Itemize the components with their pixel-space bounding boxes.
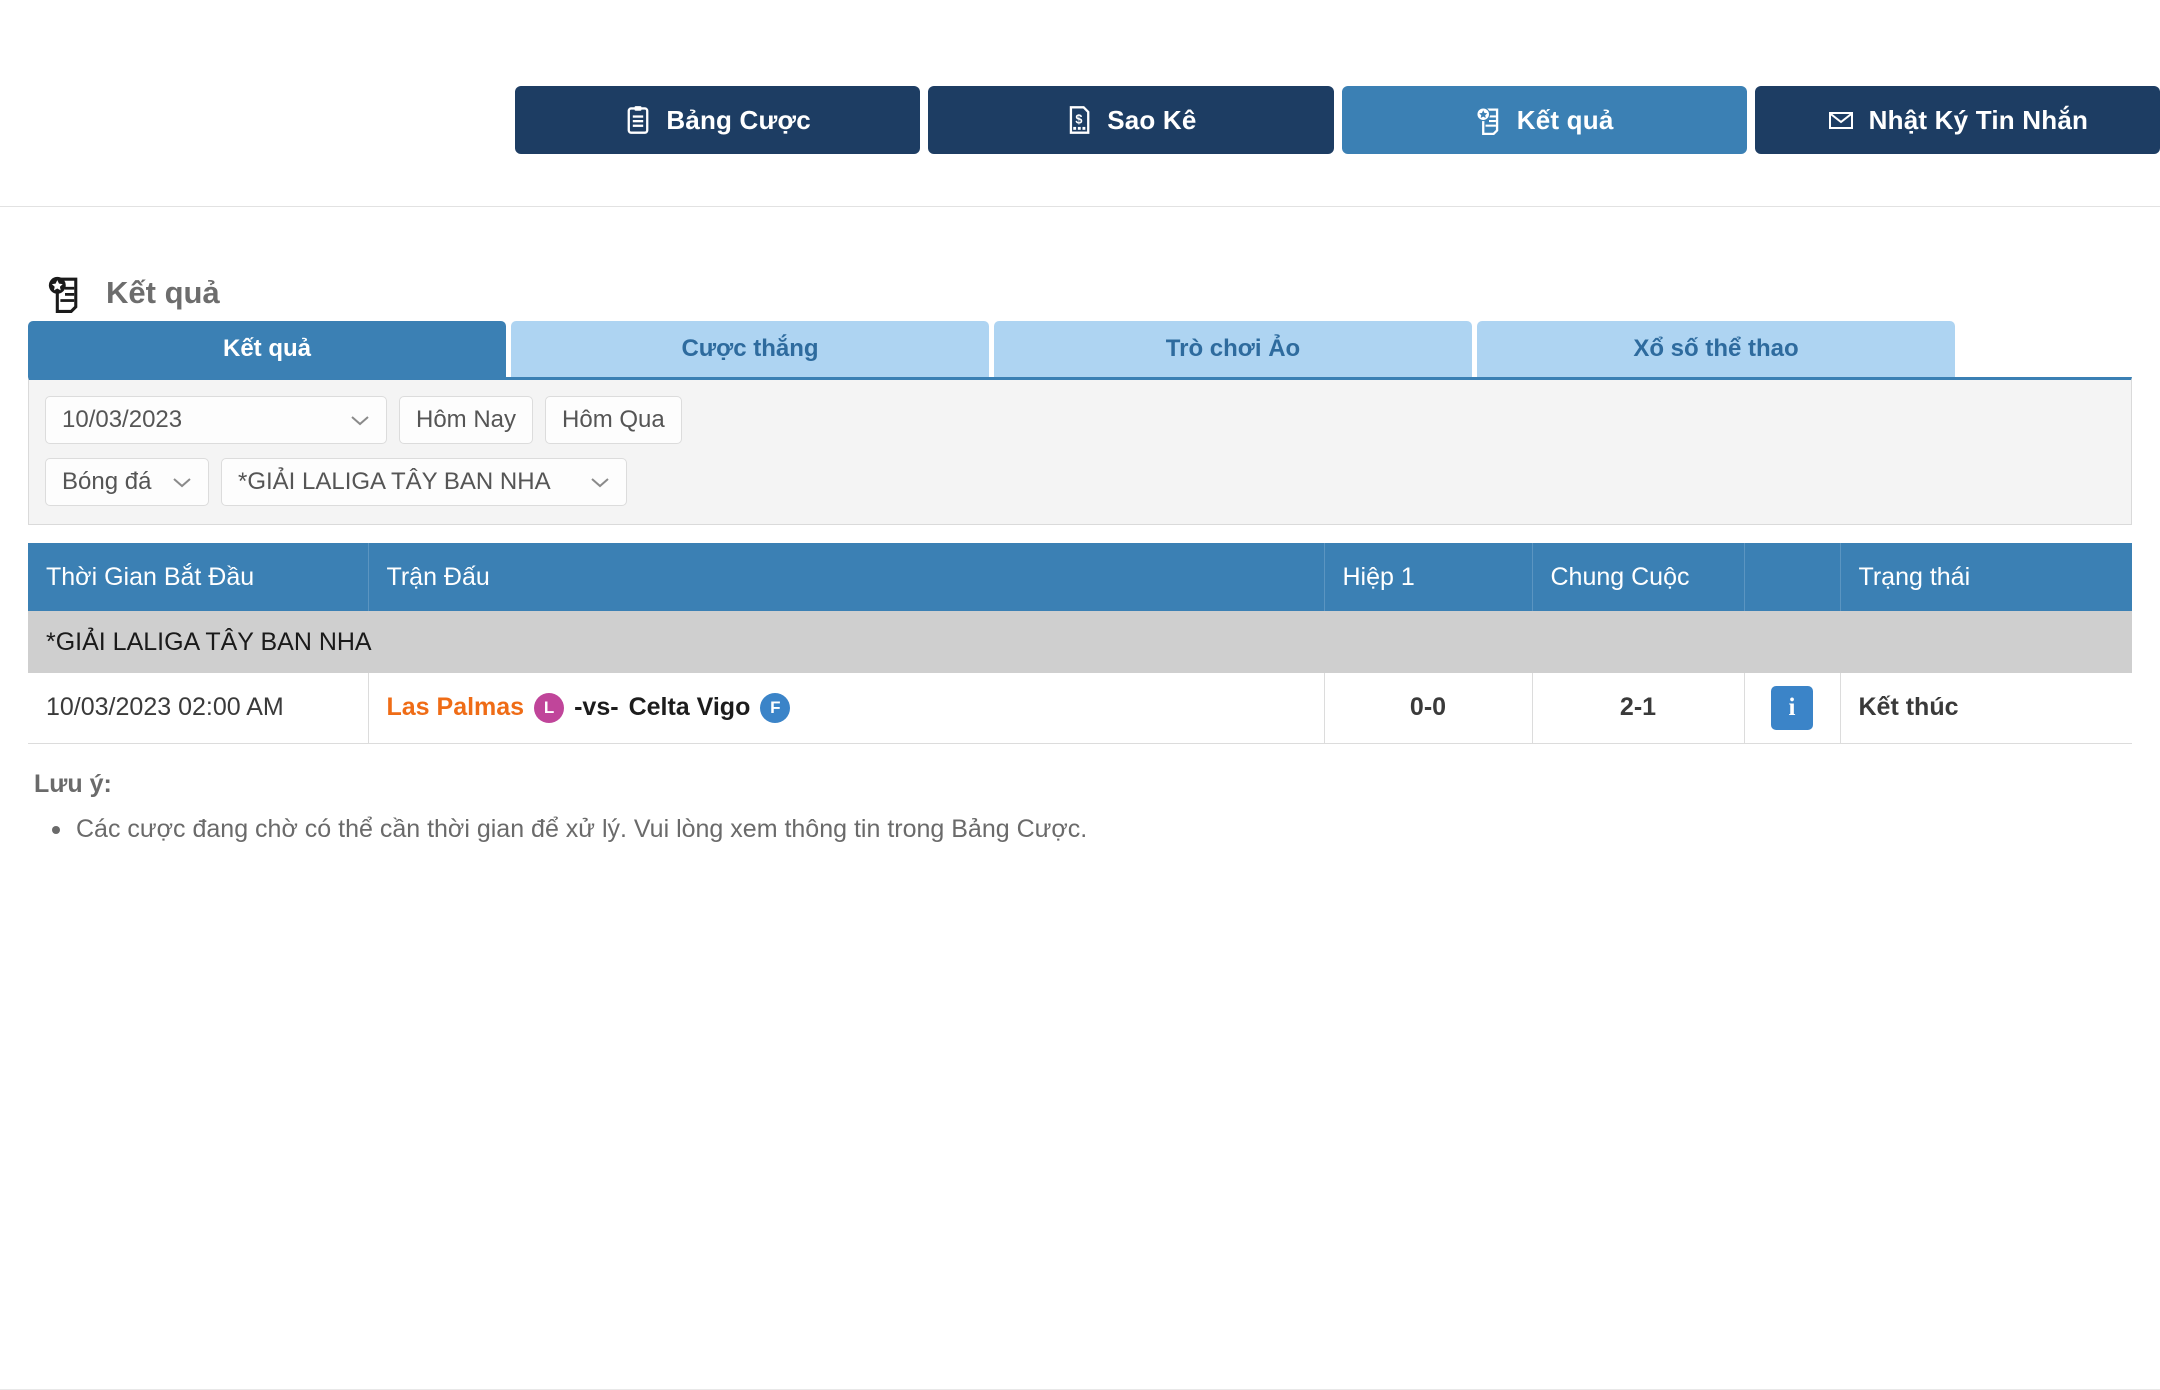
half-time-score: 0-0 <box>1324 673 1533 744</box>
nav-button-label: Kết quả <box>1516 104 1614 135</box>
home-team-badge: L <box>534 692 565 723</box>
column-header-full: Chung Cuộc <box>1532 543 1745 611</box>
versus-separator: -vs- <box>574 693 619 722</box>
chevron-down-icon <box>173 478 191 488</box>
column-header-status: Trạng thái <box>1840 543 2132 611</box>
tab-xo-so-the-thao[interactable]: Xổ số thể thao <box>1477 321 1955 377</box>
info-icon[interactable]: i <box>1771 685 1813 730</box>
top-navigation-bar: Bảng Cược $ Sao Kê Kết quả Nhật Ký Tin N… <box>0 0 2160 207</box>
results-table: Thời Gian Bắt Đầu Trận Đấu Hiệp 1 Chung … <box>28 543 2132 744</box>
tab-label: Cược thắng <box>681 335 819 362</box>
tab-label: Trò chơi Ảo <box>1165 335 1301 362</box>
column-header-half: Hiệp 1 <box>1324 543 1533 611</box>
league-select-value: *GIẢI LALIGA TÂY BAN NHA <box>238 468 551 495</box>
yesterday-button-label: Hôm Qua <box>562 406 665 433</box>
tab-label: Kết quả <box>222 335 311 362</box>
envelope-icon <box>1828 112 1853 129</box>
notes-list: Các cược đang chờ có thể cần thời gian đ… <box>34 813 2132 847</box>
clipboard-icon <box>627 106 649 134</box>
match-info-cell: i <box>1744 673 1841 744</box>
page-title: Kết quả <box>106 275 220 310</box>
match-teams-cell: Las Palmas L -vs- Celta Vigo F <box>368 673 1325 744</box>
chevron-down-icon <box>591 478 609 488</box>
nav-button-label: Sao Kê <box>1107 104 1197 135</box>
nav-button-label: Bảng Cược <box>666 104 811 135</box>
column-header-match: Trận Đấu <box>368 543 1325 611</box>
today-button[interactable]: Hôm Nay <box>399 396 534 444</box>
column-header-start-time: Thời Gian Bắt Đầu <box>28 543 369 611</box>
today-button-label: Hôm Nay <box>416 406 517 433</box>
tab-tro-choi-ao[interactable]: Trò chơi Ảo <box>994 321 1472 377</box>
results-icon <box>1476 107 1498 135</box>
match-line: Las Palmas L -vs- Celta Vigo F <box>387 692 1306 723</box>
filter-row-date: 10/03/2023 Hôm Nay Hôm Qua <box>45 396 2115 444</box>
tab-cuoc-thang[interactable]: Cược thắng <box>511 321 989 377</box>
notes-section: Lưu ý: Các cược đang chờ có thể cần thời… <box>34 770 2132 847</box>
league-group-row: *GIẢI LALIGA TÂY BAN NHA <box>28 611 2132 673</box>
date-select[interactable]: 10/03/2023 <box>45 396 387 444</box>
column-header-info <box>1744 543 1841 611</box>
results-icon <box>48 276 78 313</box>
nav-button-ket-qua[interactable]: Kết quả <box>1341 86 1747 154</box>
tab-ket-qua[interactable]: Kết quả <box>28 321 506 377</box>
away-team-badge: F <box>760 692 791 723</box>
results-table-body: *GIẢI LALIGA TÂY BAN NHA 10/03/2023 02:0… <box>28 611 2132 744</box>
nav-button-nhat-ky-tin-nhan[interactable]: Nhật Ký Tin Nhắn <box>1754 86 2160 154</box>
yesterday-button[interactable]: Hôm Qua <box>545 396 682 444</box>
page-header: Kết quả <box>0 207 2160 313</box>
results-table-head: Thời Gian Bắt Đầu Trận Đấu Hiệp 1 Chung … <box>28 543 2132 611</box>
results-table-container: Thời Gian Bắt Đầu Trận Đấu Hiệp 1 Chung … <box>28 543 2132 744</box>
nav-button-label: Nhật Ký Tin Nhắn <box>1868 104 2089 135</box>
date-select-value: 10/03/2023 <box>62 406 183 433</box>
notes-title: Lưu ý: <box>34 769 112 798</box>
results-tab-bar: Kết quả Cược thắng Trò chơi Ảo Xổ số thể… <box>0 321 2160 377</box>
sport-select-value: Bóng đá <box>62 468 152 495</box>
tab-label: Xổ số thể thao <box>1633 335 1799 362</box>
table-row: 10/03/2023 02:00 AM Las Palmas L -vs- Ce… <box>28 673 2132 744</box>
chevron-down-icon <box>351 416 369 426</box>
full-time-score: 2-1 <box>1532 673 1745 744</box>
list-item: Các cược đang chờ có thể cần thời gian đ… <box>34 813 2132 847</box>
nav-button-sao-ke[interactable]: $ Sao Kê <box>928 86 1334 154</box>
status-badge: Kết thúc <box>1840 673 2132 744</box>
table-header-row: Thời Gian Bắt Đầu Trận Đấu Hiệp 1 Chung … <box>28 543 2132 611</box>
home-team-name[interactable]: Las Palmas <box>387 693 525 722</box>
filter-panel: 10/03/2023 Hôm Nay Hôm Qua Bóng đá *GIẢI… <box>28 377 2132 525</box>
away-team-name[interactable]: Celta Vigo <box>629 693 751 722</box>
league-group-label: *GIẢI LALIGA TÂY BAN NHA <box>28 611 2132 673</box>
sport-select[interactable]: Bóng đá <box>45 458 209 506</box>
statement-icon: $ <box>1069 106 1090 134</box>
svg-text:$: $ <box>1076 112 1083 126</box>
league-select[interactable]: *GIẢI LALIGA TÂY BAN NHA <box>221 458 627 506</box>
nav-button-bang-cuoc[interactable]: Bảng Cược <box>515 86 921 154</box>
match-start-time: 10/03/2023 02:00 AM <box>28 673 369 744</box>
filter-row-sport: Bóng đá *GIẢI LALIGA TÂY BAN NHA <box>45 458 2115 506</box>
